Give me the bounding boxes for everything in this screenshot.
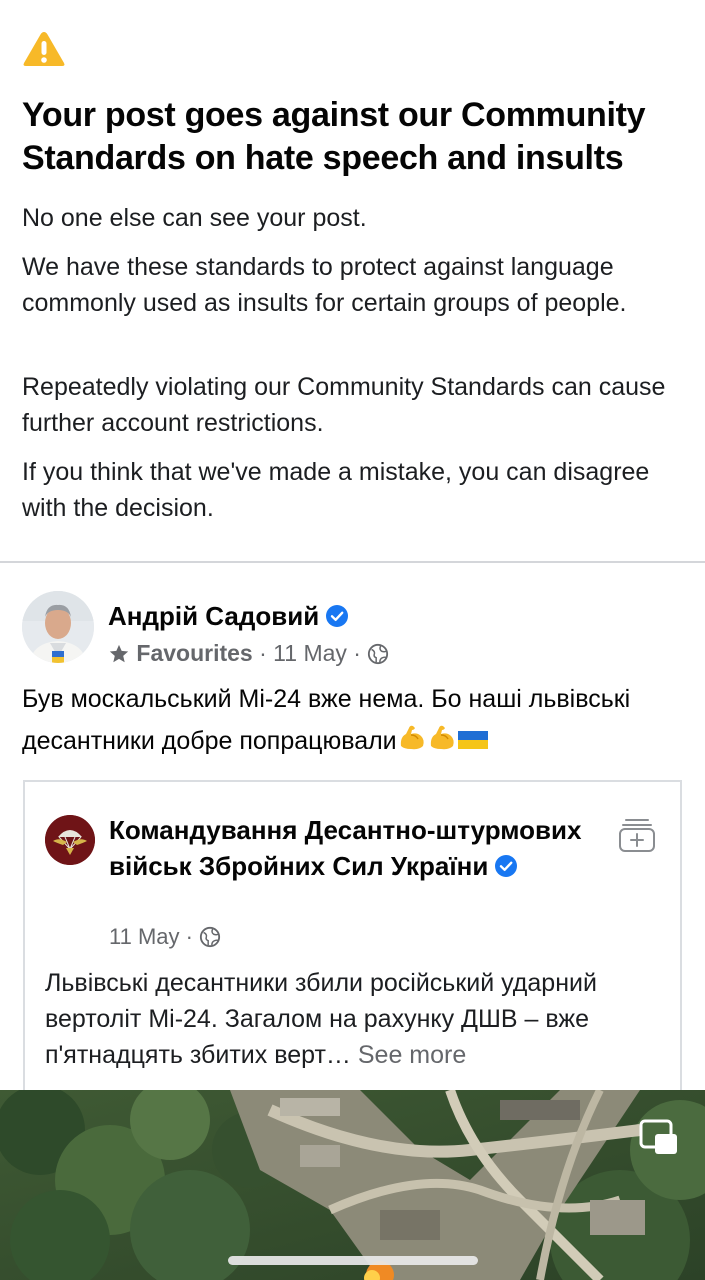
shared-post-meta: 11 May · bbox=[109, 922, 221, 952]
ukraine-flag-emoji bbox=[457, 731, 488, 749]
verified-badge-icon bbox=[495, 855, 518, 877]
notice-paragraph: If you think that we've made a mistake, … bbox=[22, 458, 650, 522]
author-name[interactable]: Андрій Садовий bbox=[108, 601, 319, 631]
verified-badge-icon bbox=[326, 605, 349, 627]
star-icon bbox=[109, 644, 129, 663]
author-name-row[interactable]: Андрій Садовий bbox=[108, 600, 349, 632]
aerial-video-frame bbox=[0, 1090, 705, 1280]
notice-paragraph: Repeatedly violating our Community Stand… bbox=[22, 373, 666, 437]
meta-separator: · bbox=[353, 640, 361, 666]
picture-in-picture-icon[interactable] bbox=[638, 1118, 680, 1158]
globe-icon bbox=[200, 926, 221, 948]
notice-paragraph: We have these standards to protect again… bbox=[22, 253, 627, 317]
post-meta: Favourites · 11 May · bbox=[108, 638, 389, 668]
shared-post-card[interactable]: Командування Десантно-штурмових військ З… bbox=[23, 780, 682, 1110]
page-avatar[interactable] bbox=[45, 815, 95, 865]
post-body: Був москальський Мі-24 вже нема. Бо наші… bbox=[22, 685, 631, 755]
section-divider bbox=[0, 561, 705, 563]
flexed-biceps-emoji bbox=[400, 725, 424, 750]
home-indicator[interactable] bbox=[228, 1256, 478, 1265]
meta-separator: · bbox=[259, 640, 267, 666]
airborne-emblem-icon bbox=[45, 815, 95, 865]
warning-triangle-icon bbox=[23, 32, 65, 66]
shared-post-text: Львівські десантники збили російський уд… bbox=[45, 965, 665, 1073]
shared-post-body: Львівські десантники збили російський уд… bbox=[45, 969, 597, 1069]
globe-icon bbox=[368, 643, 389, 665]
meta-separator: · bbox=[185, 924, 193, 949]
author-avatar[interactable] bbox=[22, 591, 94, 663]
notice-headline: Your post goes against our Community Sta… bbox=[22, 96, 646, 177]
see-more-link[interactable]: See more bbox=[358, 1041, 466, 1069]
post-date[interactable]: 11 May bbox=[273, 640, 347, 666]
shared-post-date[interactable]: 11 May bbox=[109, 924, 180, 949]
page-name[interactable]: Командування Десантно-штурмових військ З… bbox=[109, 812, 589, 884]
author-photo-icon bbox=[22, 591, 94, 663]
notice-paragraph: No one else can see your post. bbox=[22, 204, 367, 232]
post-text: Був москальський Мі-24 вже нема. Бо наші… bbox=[22, 678, 692, 762]
add-to-collection-icon[interactable] bbox=[617, 814, 657, 854]
audience-label[interactable]: Favourites bbox=[136, 640, 252, 666]
flexed-biceps-emoji bbox=[430, 725, 454, 750]
video-player[interactable] bbox=[0, 1090, 705, 1280]
